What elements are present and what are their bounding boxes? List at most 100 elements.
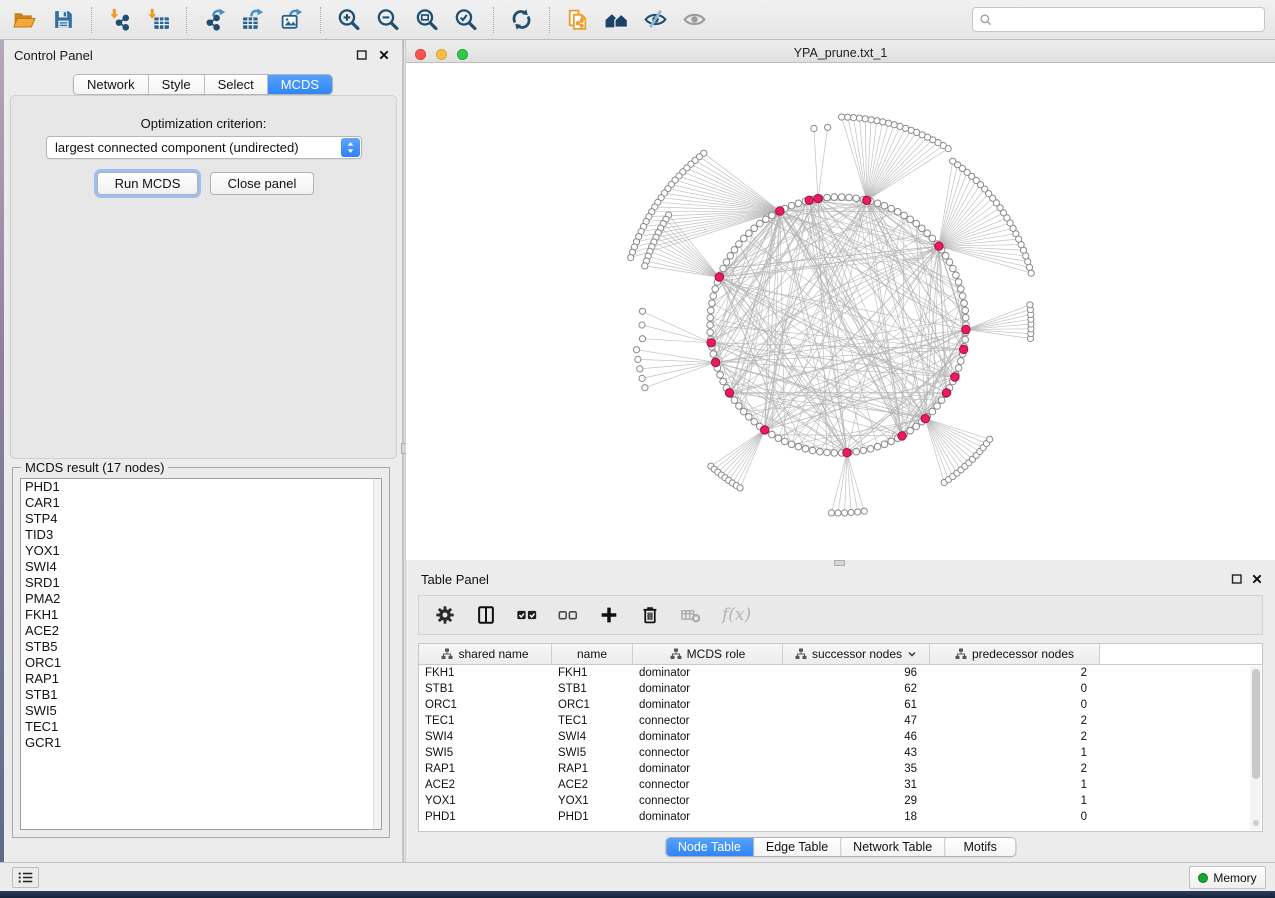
graph-hub-node[interactable] (760, 426, 768, 434)
mcds-result-item[interactable]: FKH1 (21, 607, 381, 623)
graph-node[interactable] (824, 194, 831, 201)
graph-node[interactable] (962, 336, 969, 343)
graph-node[interactable] (788, 202, 795, 209)
column-header-predecessor-nodes[interactable]: predecessor nodes (930, 644, 1100, 664)
mcds-result-item[interactable]: TID3 (21, 527, 381, 543)
mcds-result-item[interactable]: RAP1 (21, 671, 381, 687)
mcds-result-item[interactable]: STB5 (21, 639, 381, 655)
close-panel-icon[interactable] (376, 47, 392, 63)
import-network-icon[interactable] (101, 5, 138, 35)
select-all-rows-icon[interactable] (513, 601, 541, 629)
graph-node[interactable] (934, 403, 941, 410)
open-session-icon[interactable] (6, 5, 43, 35)
graph-node[interactable] (1027, 302, 1033, 308)
graph-node[interactable] (639, 336, 645, 342)
graph-node[interactable] (731, 247, 738, 254)
graph-node[interactable] (802, 446, 809, 453)
table-scrollbar[interactable] (1250, 666, 1261, 830)
column-header-MCDS-role[interactable]: MCDS role (633, 644, 783, 664)
clone-network-icon[interactable] (559, 5, 596, 35)
tab-style[interactable]: Style (149, 75, 205, 94)
graph-node[interactable] (953, 272, 960, 279)
graph-node[interactable] (707, 322, 714, 329)
graph-hub-node[interactable] (962, 325, 970, 333)
graph-node[interactable] (746, 414, 753, 421)
graph-node[interactable] (853, 195, 860, 202)
graph-node[interactable] (763, 216, 770, 223)
memory-button[interactable]: Memory (1189, 866, 1266, 889)
table-row[interactable]: RAP1RAP1dominator352 (419, 761, 1262, 777)
graph-node[interactable] (727, 253, 734, 260)
graph-node[interactable] (868, 117, 874, 123)
network-window-titlebar[interactable]: YPA_prune.txt_1 (406, 44, 1275, 63)
graph-node[interactable] (775, 435, 782, 442)
table-tab-node-table[interactable]: Node Table (666, 838, 754, 856)
graph-node[interactable] (855, 509, 861, 515)
graph-node[interactable] (862, 116, 868, 122)
table-row[interactable]: PHD1PHD1dominator180 (419, 809, 1262, 825)
graph-node[interactable] (712, 286, 719, 293)
graph-hub-node[interactable] (725, 389, 733, 397)
export-image-icon[interactable] (274, 5, 311, 35)
task-history-button[interactable] (12, 867, 39, 888)
graph-node[interactable] (846, 194, 853, 201)
mcds-result-item[interactable]: PMA2 (21, 591, 381, 607)
graph-hub-node[interactable] (942, 389, 950, 397)
graph-node[interactable] (740, 235, 747, 242)
graph-node[interactable] (938, 397, 945, 404)
graph-node[interactable] (831, 194, 838, 201)
graph-node[interactable] (757, 220, 764, 227)
graph-node[interactable] (707, 329, 714, 336)
graph-node[interactable] (731, 397, 738, 404)
mcds-result-item[interactable]: PHD1 (21, 479, 381, 495)
graph-node[interactable] (642, 263, 648, 269)
graph-hub-node[interactable] (863, 196, 871, 204)
graph-node[interactable] (736, 241, 743, 248)
graph-node[interactable] (751, 225, 758, 232)
graph-node[interactable] (628, 255, 634, 261)
graph-hub-node[interactable] (814, 194, 822, 202)
graph-node[interactable] (746, 230, 753, 237)
table-tab-motifs[interactable]: Motifs (945, 838, 1015, 856)
graph-node[interactable] (853, 448, 860, 455)
float-panel-icon[interactable] (1229, 571, 1245, 587)
table-row[interactable]: YOX1YOX1connector291 (419, 793, 1262, 809)
graph-node[interactable] (856, 115, 862, 121)
show-columns-icon[interactable] (472, 601, 500, 629)
graph-node[interactable] (888, 205, 895, 212)
table-tab-network-table[interactable]: Network Table (841, 838, 945, 856)
graph-node[interactable] (950, 265, 957, 272)
graph-node[interactable] (828, 510, 834, 516)
graph-node[interactable] (874, 118, 880, 124)
graph-node[interactable] (929, 235, 936, 242)
graph-node[interactable] (987, 436, 993, 442)
graph-hub-node[interactable] (711, 358, 719, 366)
delete-column-icon[interactable] (636, 601, 664, 629)
graph-node[interactable] (959, 293, 966, 300)
graph-node[interactable] (881, 202, 888, 209)
graph-node[interactable] (958, 358, 965, 365)
refresh-view-icon[interactable] (503, 5, 540, 35)
table-row[interactable]: SWI4SWI4dominator462 (419, 729, 1262, 745)
graph-node[interactable] (919, 225, 926, 232)
graph-node[interactable] (955, 279, 962, 286)
mcds-result-item[interactable]: GCR1 (21, 735, 381, 751)
table-row[interactable]: ORC1ORC1dominator610 (419, 697, 1262, 713)
mcds-result-item[interactable]: ACE2 (21, 623, 381, 639)
graph-node[interactable] (913, 220, 920, 227)
graph-hub-node[interactable] (805, 196, 813, 204)
graph-hub-node[interactable] (921, 414, 929, 422)
graph-node[interactable] (946, 259, 953, 266)
graph-node[interactable] (720, 378, 727, 385)
graph-node[interactable] (913, 423, 920, 430)
graph-node[interactable] (907, 427, 914, 434)
graph-node[interactable] (710, 293, 717, 300)
graph-node[interactable] (880, 119, 886, 125)
graph-hub-node[interactable] (898, 432, 906, 440)
float-panel-icon[interactable] (354, 47, 370, 63)
mcds-result-list[interactable]: PHD1CAR1STP4TID3YOX1SWI4SRD1PMA2FKH1ACE2… (20, 478, 382, 830)
graph-node[interactable] (642, 385, 648, 391)
mcds-result-item[interactable]: YOX1 (21, 543, 381, 559)
graph-hub-node[interactable] (707, 339, 715, 347)
graph-node[interactable] (824, 449, 831, 456)
